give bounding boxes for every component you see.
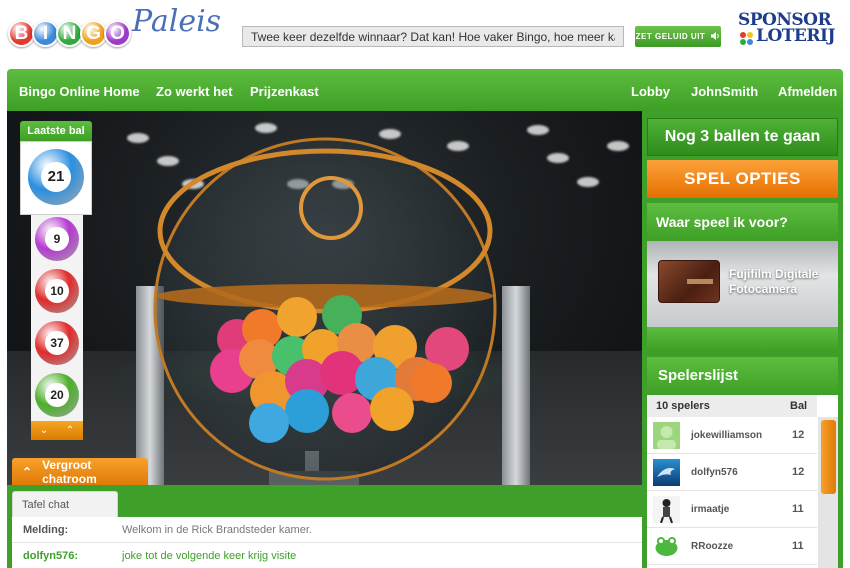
ball-history-item: 20 (35, 373, 79, 417)
promo-ticker-field[interactable] (242, 26, 624, 47)
player-list-scroll-thumb[interactable] (821, 420, 836, 494)
ball-history-item: 9 (35, 217, 79, 261)
sound-toggle-button[interactable]: ZET GELUID UIT (635, 26, 721, 47)
ball-history-number: 9 (45, 227, 69, 251)
nav-lobby[interactable]: Lobby (631, 69, 670, 111)
ball-history-list: 9 10 37 20 (31, 215, 83, 421)
last-ball-label: Laatste bal (20, 121, 92, 141)
nav-zo-werkt-het[interactable]: Zo werkt het (156, 69, 233, 111)
chevron-up-icon: ⌃ (22, 464, 33, 479)
chat-message-author: Melding: (23, 524, 69, 536)
player-row[interactable]: RRoozze 11 (647, 528, 817, 565)
tab-tafel-chat[interactable]: Tafel chat (12, 491, 118, 517)
bingo-paleis-logo[interactable]: BINGO Paleis (8, 4, 222, 58)
ball-history-item: 37 (35, 321, 79, 365)
logo-letter-ball: G (80, 20, 107, 47)
logo-bingo-balls: BINGO (8, 20, 131, 47)
sponsor-loterij-logo[interactable]: SPONSOR LOTERIJ (738, 10, 842, 50)
player-count: 10 spelers (656, 400, 710, 412)
player-list-heading: Spelerslijst (647, 357, 838, 395)
prize-footer (647, 327, 838, 351)
player-name: jokewilliamson (691, 430, 763, 441)
prize-panel: Waar speel ik voor? Fujifilm Digitale Fo… (647, 203, 838, 351)
ball-history-item: 10 (35, 269, 79, 313)
chat-message-text: joke tot de volgende keer krijg visite (122, 550, 297, 562)
player-name: RRoozze (691, 541, 734, 552)
ball-history-number: 10 (45, 279, 69, 303)
player-ball-count: 12 (792, 429, 805, 441)
nav-user-johnsmith[interactable]: JohnSmith (691, 69, 758, 111)
chat-message-author[interactable]: dolfyn576: (23, 543, 78, 568)
camera-icon (658, 260, 720, 303)
chevron-up-icon: ⌃ (65, 425, 75, 436)
ball-scroll-up-button[interactable]: ⌃ (57, 421, 83, 440)
ball-history-number: 37 (45, 331, 69, 355)
last-ball: 21 (28, 149, 84, 205)
bingo-app: BINGO Paleis ZET GELUID UIT SPONSOR LOTE… (0, 0, 850, 568)
player-ball-count: 12 (792, 466, 805, 478)
player-row[interactable]: irmaatje 11 (647, 491, 817, 528)
speaker-icon (711, 31, 720, 42)
main-nav: Bingo Online Home Zo werkt het Prijzenka… (7, 69, 843, 111)
frog-avatar (653, 533, 680, 560)
nav-afmelden[interactable]: Afmelden (778, 69, 837, 111)
ball-scroll-down-button[interactable]: ⌄ (31, 421, 57, 440)
expand-chatroom-button[interactable]: ⌃ Vergroot chatroom (12, 457, 148, 486)
game-options-button[interactable]: SPEL OPTIES (647, 160, 838, 198)
dolphin-avatar (653, 459, 680, 486)
prize-heading: Waar speel ik voor? (647, 203, 838, 241)
logo-letter-ball: I (32, 20, 59, 47)
player-list-header: 10 spelers Bal (647, 395, 817, 417)
balls-column-header: Bal (790, 400, 808, 412)
player-name: irmaatje (691, 504, 730, 515)
logo-paleis-text: Paleis (132, 4, 222, 39)
nav-bingo-online-home[interactable]: Bingo Online Home (19, 69, 140, 111)
chat-message: Melding: Welkom in de Rick Brandsteder k… (12, 517, 642, 543)
sound-toggle-label: ZET GELUID UIT (635, 32, 706, 41)
prize-display[interactable]: Fujifilm Digitale Fotocamera (647, 241, 838, 327)
chevron-down-icon: ⌄ (39, 425, 49, 436)
logo-letter-ball: O (104, 20, 131, 47)
last-ball-box: 21 (20, 141, 92, 215)
sponsor-dots-icon (740, 32, 753, 45)
player-row[interactable]: dolfyn576 12 (647, 454, 817, 491)
ball-history-number: 20 (45, 383, 69, 407)
figure-avatar (653, 496, 680, 524)
chat-message: dolfyn576: joke tot de volgende keer kri… (12, 543, 642, 568)
glass-drum-icon (153, 137, 497, 485)
nav-prijzenkast[interactable]: Prijzenkast (250, 69, 319, 111)
player-ball-count: 11 (792, 503, 804, 515)
logo-letter-ball: B (8, 20, 35, 47)
sponsor-logo-line2: LOTERIJ (756, 26, 836, 46)
chat-message-text: Welkom in de Rick Brandsteder kamer. (122, 524, 312, 536)
player-list-panel: Spelerslijst 10 spelers Bal jokewilliams… (647, 357, 838, 568)
bingo-drum-video (7, 111, 642, 485)
player-name: dolfyn576 (691, 467, 738, 478)
expand-chatroom-label: Vergroot chatroom (42, 457, 97, 486)
player-row[interactable]: jokewilliamson 12 (647, 417, 817, 454)
chat-messages: Melding: Welkom in de Rick Brandsteder k… (12, 517, 642, 568)
player-ball-count: 11 (792, 540, 804, 552)
green-placeholder-avatar (653, 422, 680, 449)
logo-letter-ball: N (56, 20, 83, 47)
prize-name: Fujifilm Digitale Fotocamera (729, 267, 819, 296)
balls-remaining-banner: Nog 3 ballen te gaan (647, 118, 838, 156)
last-ball-number: 21 (40, 161, 72, 193)
